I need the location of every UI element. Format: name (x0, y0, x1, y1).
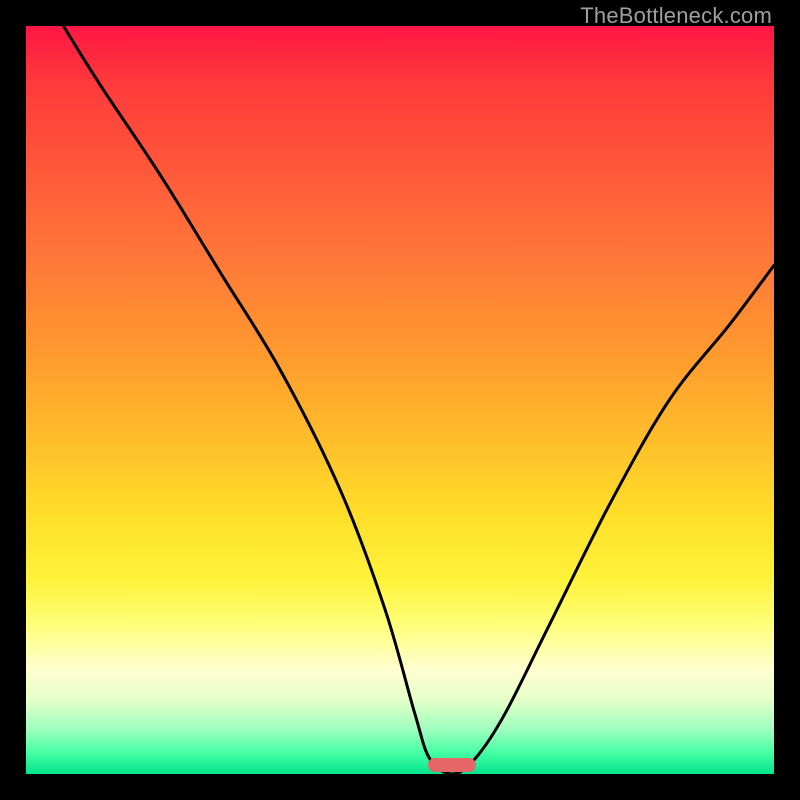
chart-frame: TheBottleneck.com (0, 0, 800, 800)
optimum-marker (428, 758, 476, 772)
plot-area (26, 26, 774, 774)
curve-path (63, 26, 774, 774)
bottleneck-curve (26, 26, 774, 774)
